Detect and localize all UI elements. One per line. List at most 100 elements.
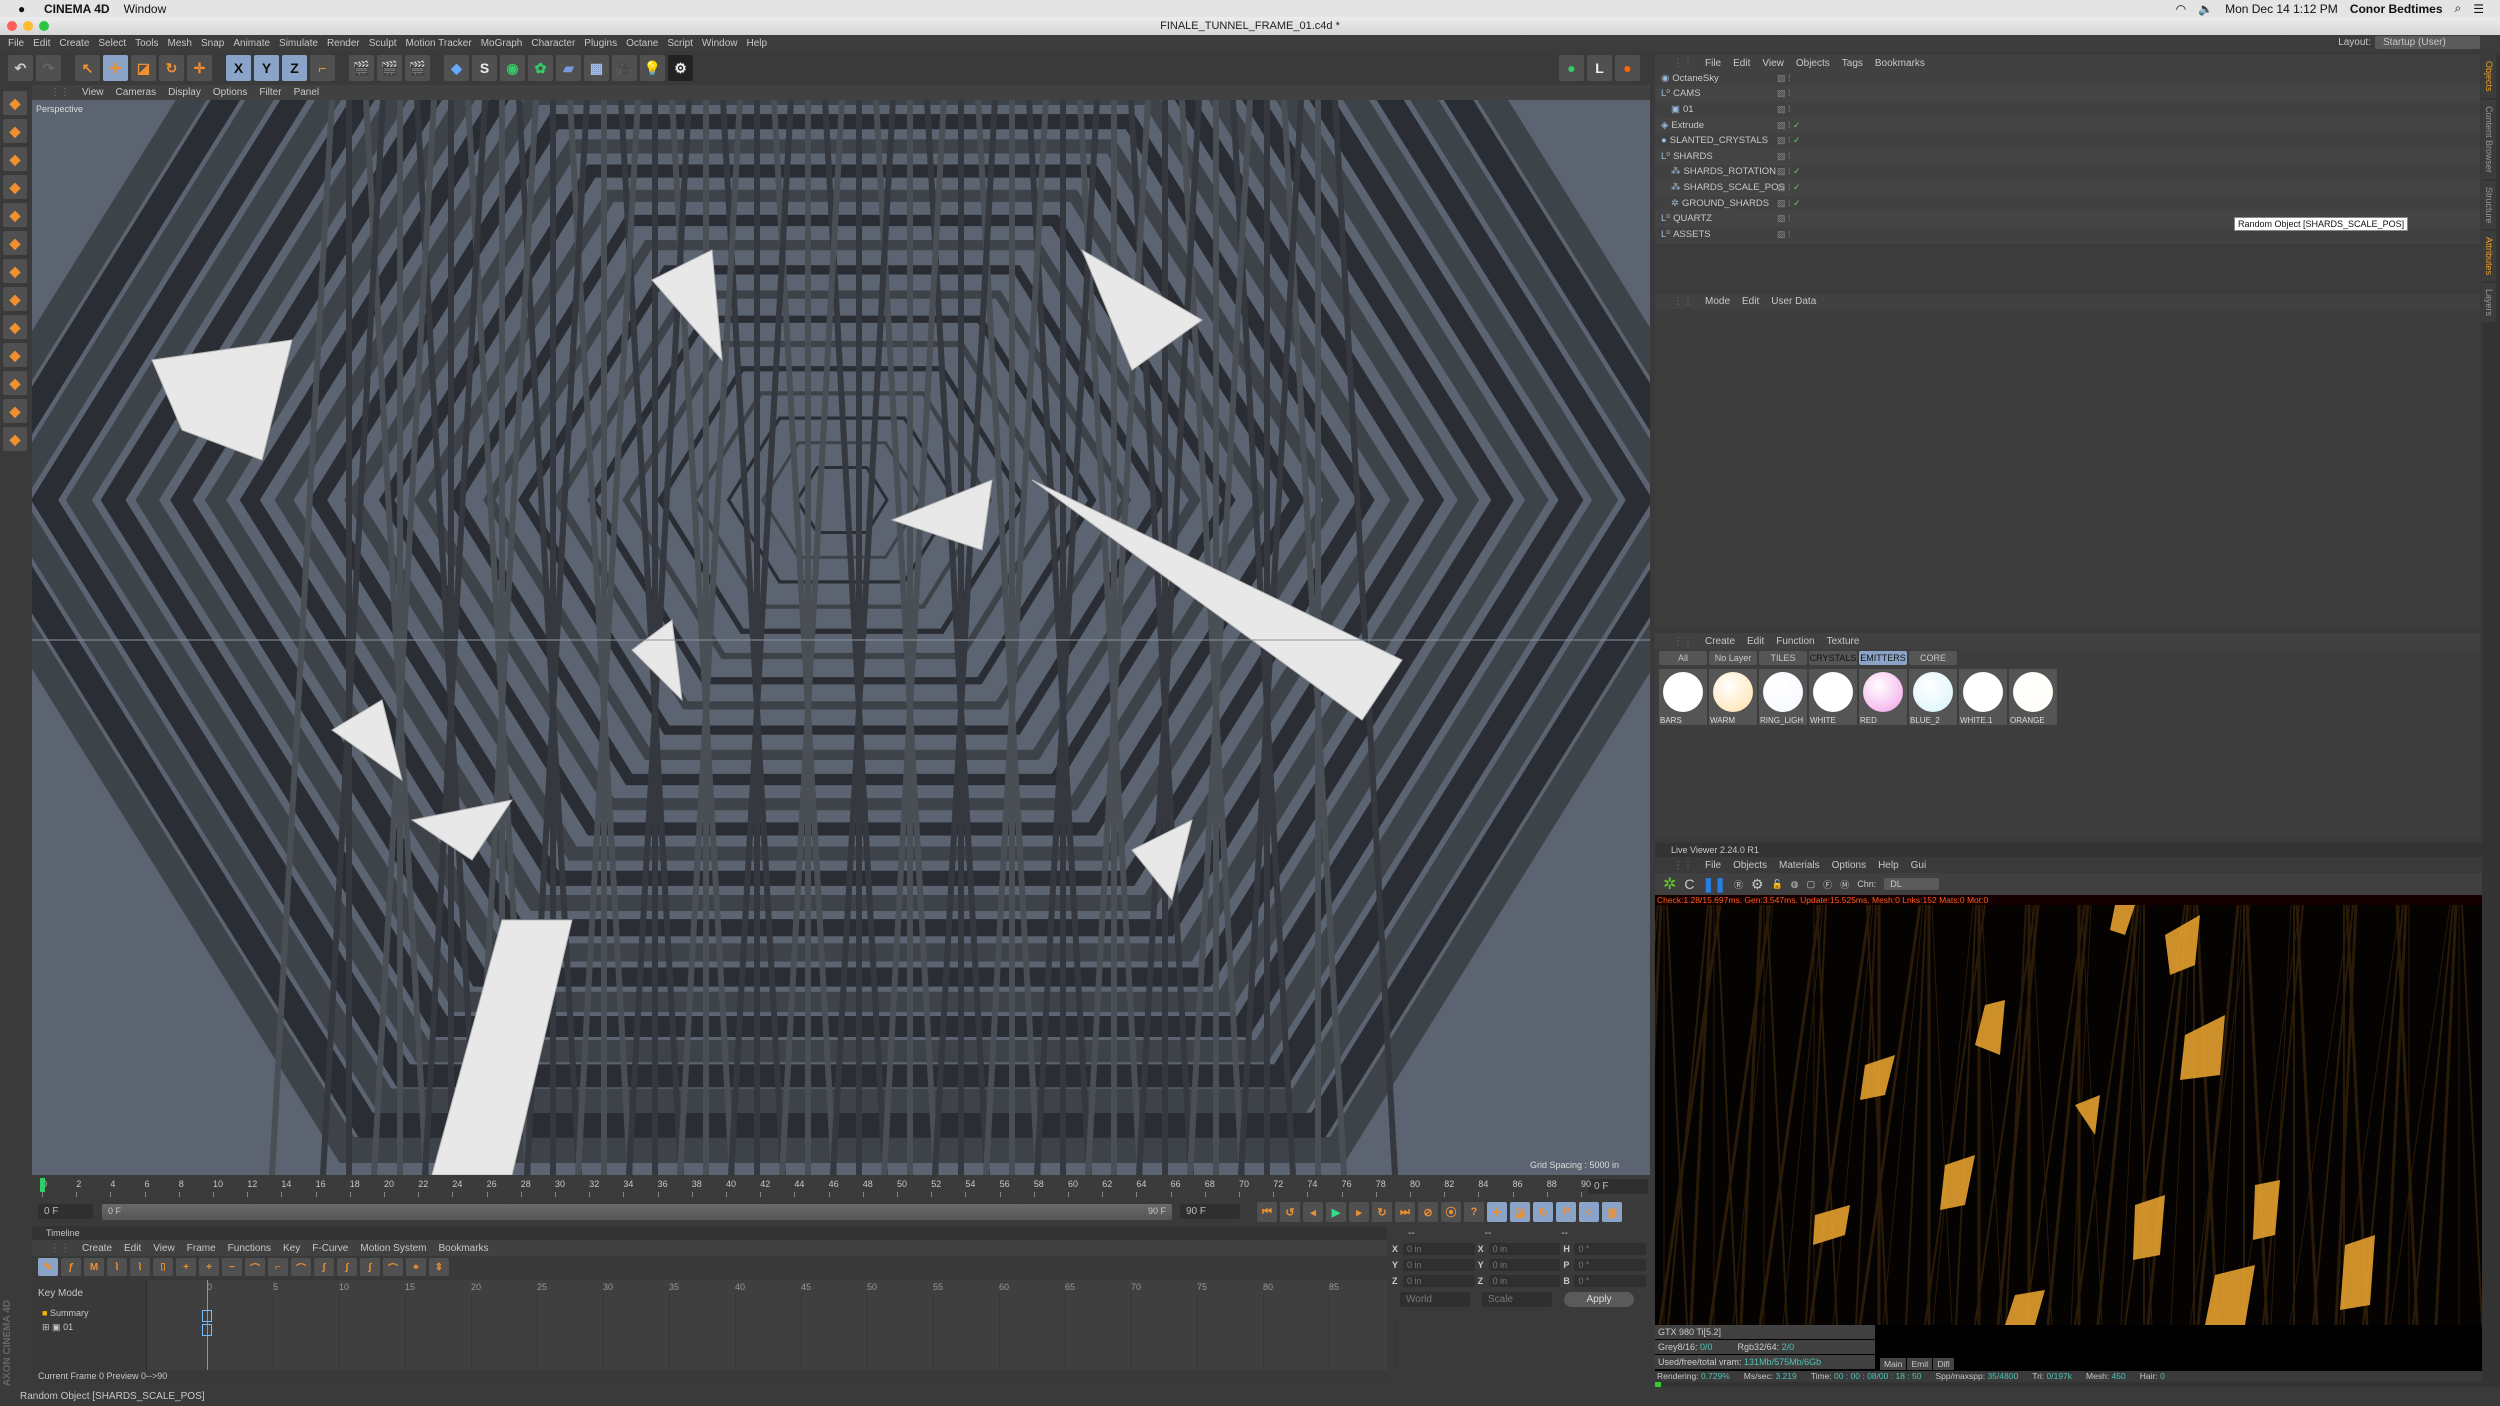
mograph-icon[interactable]: ✿ xyxy=(528,55,553,81)
menu-materials[interactable]: Materials xyxy=(1779,860,1820,871)
spotlight-icon[interactable]: ⌕ xyxy=(2455,1,2462,16)
coordinate-system-icon[interactable]: ⌐ xyxy=(310,55,335,81)
object-row[interactable]: ⁂ SHARDS_SCALE_POS ▨ ⁞ ✓ xyxy=(1655,180,2480,196)
menu-options[interactable]: Options xyxy=(1832,860,1866,871)
side-tab-objects[interactable]: Objects xyxy=(2482,55,2496,98)
side-tab-structure[interactable]: Structure xyxy=(2482,180,2496,230)
enabled-check[interactable]: ✓ xyxy=(1793,182,1801,192)
menu-script[interactable]: Script xyxy=(667,38,693,49)
coord-field[interactable]: 0 in xyxy=(1488,1259,1561,1271)
menu-mesh[interactable]: Mesh xyxy=(168,38,192,49)
visibility-toggles[interactable]: ▨ ⁞ xyxy=(1777,213,1807,224)
material-preview-icon[interactable]: ◍ xyxy=(1791,879,1799,890)
start-frame-field[interactable]: 0 F xyxy=(38,1204,93,1219)
material-swatch[interactable]: RING_LIGH xyxy=(1759,669,1807,725)
menu-edit[interactable]: Edit xyxy=(1747,636,1764,647)
menu-view[interactable]: View xyxy=(1762,58,1784,69)
menu-panel[interactable]: Panel xyxy=(294,87,320,98)
timeline-tool-icon[interactable]: ⌒ xyxy=(383,1258,403,1276)
menu-view[interactable]: View xyxy=(153,1243,175,1254)
go-to-start-button[interactable]: ⏮ xyxy=(1257,1202,1277,1222)
live-tab-emit[interactable]: Emit xyxy=(1907,1358,1933,1370)
menu-motion-system[interactable]: Motion System xyxy=(360,1243,426,1254)
region-icon[interactable]: Ⓡ xyxy=(1734,878,1743,891)
model-icon[interactable]: ◆ xyxy=(3,119,27,143)
object-row[interactable]: ✲ GROUND_SHARDS ▨ ⁞ ✓ xyxy=(1655,195,2480,212)
material-tab-crystals[interactable]: CRYSTALS xyxy=(1809,651,1857,665)
timeline-tool-icon[interactable]: M xyxy=(84,1258,104,1276)
record-button[interactable]: ⊘ xyxy=(1418,1202,1438,1222)
object-name[interactable]: L⁰ QUARTZ xyxy=(1655,213,1777,224)
panel-grip-icon[interactable]: ⋮⋮ xyxy=(1673,296,1693,307)
material-swatch[interactable]: BARS xyxy=(1659,669,1707,725)
visibility-toggles[interactable]: ▨ ⁞ ✓ xyxy=(1777,182,1807,193)
menu-display[interactable]: Display xyxy=(168,87,201,98)
material-tab-all[interactable]: All xyxy=(1659,651,1707,665)
point-icon[interactable]: ◆ xyxy=(3,175,27,199)
live-tab-main[interactable]: Main xyxy=(1880,1358,1907,1370)
nurbs-icon[interactable]: ◉ xyxy=(500,55,525,81)
coord-field[interactable]: 0 in xyxy=(1488,1243,1561,1255)
timeline-tool-icon[interactable]: ∫ xyxy=(337,1258,357,1276)
side-tab-content-browser[interactable]: Content Browser xyxy=(2482,99,2496,179)
menu-character[interactable]: Character xyxy=(531,38,575,49)
menu-objects[interactable]: Objects xyxy=(1733,860,1767,871)
restart-icon[interactable]: C xyxy=(1684,876,1694,892)
select-icon[interactable]: ↖ xyxy=(75,55,100,81)
x-axis-icon[interactable]: X xyxy=(226,55,251,81)
visibility-toggles[interactable]: ▨ ⁞ xyxy=(1777,73,1807,84)
object-name[interactable]: L⁰ CAMS xyxy=(1655,88,1777,99)
visibility-toggles[interactable]: ▨ ⁞ ✓ xyxy=(1777,166,1807,177)
object-name[interactable]: L⁰ SHARDS xyxy=(1655,151,1777,162)
camera-key[interactable] xyxy=(202,1324,212,1336)
object-name[interactable]: ✲ GROUND_SHARDS xyxy=(1655,198,1777,209)
window-menu[interactable]: Window xyxy=(124,2,167,16)
camera-icon[interactable]: 🎥 xyxy=(612,55,637,81)
panel-grip-icon[interactable]: ⋮⋮ xyxy=(1673,636,1693,647)
scale-key-button[interactable]: ◪ xyxy=(1510,1202,1530,1222)
coord-field[interactable]: 0 ° xyxy=(1574,1243,1647,1255)
menu-options[interactable]: Options xyxy=(213,87,247,98)
coord-field[interactable]: 0 in xyxy=(1402,1243,1475,1255)
object-row[interactable]: ⁂ SHARDS_ROTATION ▨ ⁞ ✓ xyxy=(1655,164,2480,181)
live-select-icon[interactable]: ✛ xyxy=(187,55,212,81)
timeline-layout-button[interactable]: ▥ xyxy=(1602,1202,1622,1222)
material-swatch[interactable]: BLUE_2 xyxy=(1909,669,1957,725)
menu-gui[interactable]: Gui xyxy=(1911,860,1927,871)
side-tab-layers[interactable]: Layers xyxy=(2482,283,2496,323)
timeline-tool-icon[interactable]: ∫ xyxy=(314,1258,334,1276)
timeline-ruler[interactable]: 0 F 024681012141618202224262830323436384… xyxy=(32,1177,1650,1199)
menu-function[interactable]: Function xyxy=(1776,636,1814,647)
menu-mograph[interactable]: MoGraph xyxy=(481,38,523,49)
param-key-button[interactable]: P xyxy=(1556,1202,1576,1222)
timeline-tool-icon[interactable]: ⌇ xyxy=(107,1258,127,1276)
menu-mode[interactable]: Mode xyxy=(1705,296,1730,307)
deformer-icon[interactable]: ▰ xyxy=(556,55,581,81)
object-name[interactable]: ◉ OctaneSky xyxy=(1655,73,1777,84)
panel-grip-icon[interactable]: ⋮⋮ xyxy=(1673,860,1693,871)
menu-edit[interactable]: Edit xyxy=(33,38,50,49)
coord-mode-dropdown[interactable]: World xyxy=(1400,1292,1470,1307)
menu-plugins[interactable]: Plugins xyxy=(584,38,617,49)
pla-key-button[interactable]: ⁘ xyxy=(1579,1202,1599,1222)
octane-object-icon[interactable]: ● xyxy=(1559,55,1584,81)
menu-octane[interactable]: Octane xyxy=(626,38,658,49)
menu-tags[interactable]: Tags xyxy=(1842,58,1863,69)
settings-icon[interactable]: ⚙ xyxy=(1751,876,1764,893)
workplane-icon[interactable]: ◆ xyxy=(3,315,27,339)
panel-grip-icon[interactable]: ⋮⋮ xyxy=(50,87,70,98)
object-name[interactable]: L⁰ ASSETS xyxy=(1655,229,1777,240)
rotate-icon[interactable]: ↻ xyxy=(159,55,184,81)
menu-file[interactable]: File xyxy=(8,38,24,49)
menu-file[interactable]: File xyxy=(1705,860,1721,871)
play-button[interactable]: ▶ xyxy=(1326,1202,1346,1222)
material-swatch[interactable]: WHITE.1 xyxy=(1959,669,2007,725)
object-row[interactable]: ◈ Extrude ▨ ⁞ ✓ xyxy=(1655,117,2480,134)
visibility-toggles[interactable]: ▨ ⁞ xyxy=(1777,88,1807,99)
spline-icon[interactable]: S xyxy=(472,55,497,81)
material-swatch[interactable]: ORANGE xyxy=(2009,669,2057,725)
coord-field[interactable]: 0 in xyxy=(1402,1275,1475,1287)
scale-icon[interactable]: ◪ xyxy=(131,55,156,81)
menu-render[interactable]: Render xyxy=(327,38,360,49)
menu-tools[interactable]: Tools xyxy=(135,38,158,49)
